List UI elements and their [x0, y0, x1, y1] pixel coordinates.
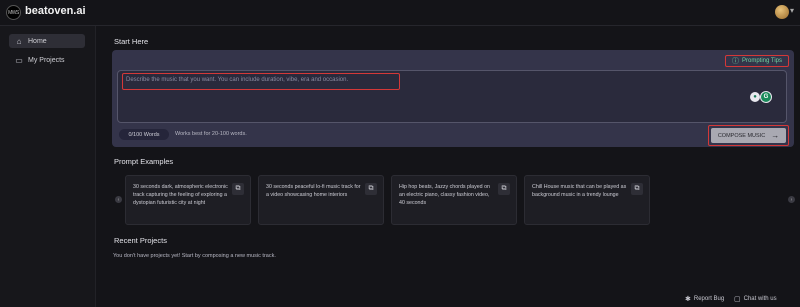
- chevron-down-icon[interactable]: ▾: [790, 6, 794, 15]
- recent-projects-title: Recent Projects: [114, 236, 167, 245]
- prompt-example-text: Chill House music that can be played as …: [532, 184, 627, 198]
- compose-music-label: COMPOSE MUSIC: [717, 132, 766, 139]
- bug-icon: ✱: [685, 296, 691, 303]
- copy-icon[interactable]: ⧉: [365, 183, 377, 195]
- chat-icon: ▢: [734, 296, 741, 303]
- sidebar-item-my-projects[interactable]: ▭ My Projects: [9, 53, 85, 67]
- chat-label: Chat with us: [743, 296, 777, 302]
- help-icon: ⓘ: [731, 58, 739, 65]
- report-bug-label: Report Bug: [693, 296, 725, 302]
- prompt-example-card[interactable]: Hip hop beats, Jazzy chords played on an…: [391, 175, 517, 225]
- chevron-left-icon[interactable]: ‹: [115, 196, 122, 203]
- copy-icon[interactable]: ⧉: [232, 183, 244, 195]
- chat-link[interactable]: ▢ Chat with us: [734, 295, 777, 303]
- prompt-example-card[interactable]: 30 seconds dark, atmospheric electronic …: [125, 175, 251, 225]
- grammarly-icon[interactable]: G: [760, 91, 772, 103]
- prompt-placeholder[interactable]: Describe the music that you want. You ca…: [122, 73, 400, 90]
- home-icon: ⌂: [16, 36, 22, 46]
- prompt-example-text: Hip hop beats, Jazzy chords played on an…: [399, 184, 490, 206]
- prompt-example-text: 30 seconds peaceful lo-fi music track fo…: [266, 184, 361, 198]
- report-bug-link[interactable]: ✱ Report Bug: [685, 295, 724, 303]
- sidebar-item-home[interactable]: ⌂ Home: [9, 34, 85, 48]
- arrow-right-icon: →: [771, 131, 780, 140]
- prompt-example-card[interactable]: Chill House music that can be played as …: [524, 175, 650, 225]
- chevron-right-icon[interactable]: ›: [788, 196, 795, 203]
- compose-music-button[interactable]: COMPOSE MUSIC →: [711, 128, 786, 143]
- sidebar-item-label: My Projects: [28, 56, 65, 64]
- prompting-tips-button[interactable]: ⓘ Prompting Tips: [725, 55, 789, 67]
- location-pin-icon[interactable]: ●: [750, 92, 760, 102]
- word-count-badge: 0/100 Words: [119, 129, 169, 140]
- prompt-example-text: 30 seconds dark, atmospheric electronic …: [133, 184, 228, 206]
- top-bar: MWS beatoven.ai ▾: [0, 0, 800, 26]
- avatar[interactable]: [775, 5, 789, 19]
- page-title: Start Here: [114, 37, 149, 46]
- empty-projects-message: You don't have projects yet! Start by co…: [113, 253, 276, 259]
- sidebar-item-label: Home: [28, 37, 47, 45]
- projects-icon: ▭: [15, 55, 23, 65]
- copy-icon[interactable]: ⧉: [631, 183, 643, 195]
- copy-icon[interactable]: ⧉: [498, 183, 510, 195]
- sidebar: ⌂ Home ▭ My Projects: [0, 26, 96, 307]
- prompt-example-card[interactable]: 30 seconds peaceful lo-fi music track fo…: [258, 175, 384, 225]
- prompt-examples-title: Prompt Examples: [114, 157, 174, 166]
- word-hint: Works best for 20-100 words.: [175, 131, 247, 137]
- app-logo-text[interactable]: beatoven.ai: [25, 5, 86, 17]
- prompting-tips-label: Prompting Tips: [741, 58, 783, 64]
- logo-icon[interactable]: MWS: [6, 5, 21, 20]
